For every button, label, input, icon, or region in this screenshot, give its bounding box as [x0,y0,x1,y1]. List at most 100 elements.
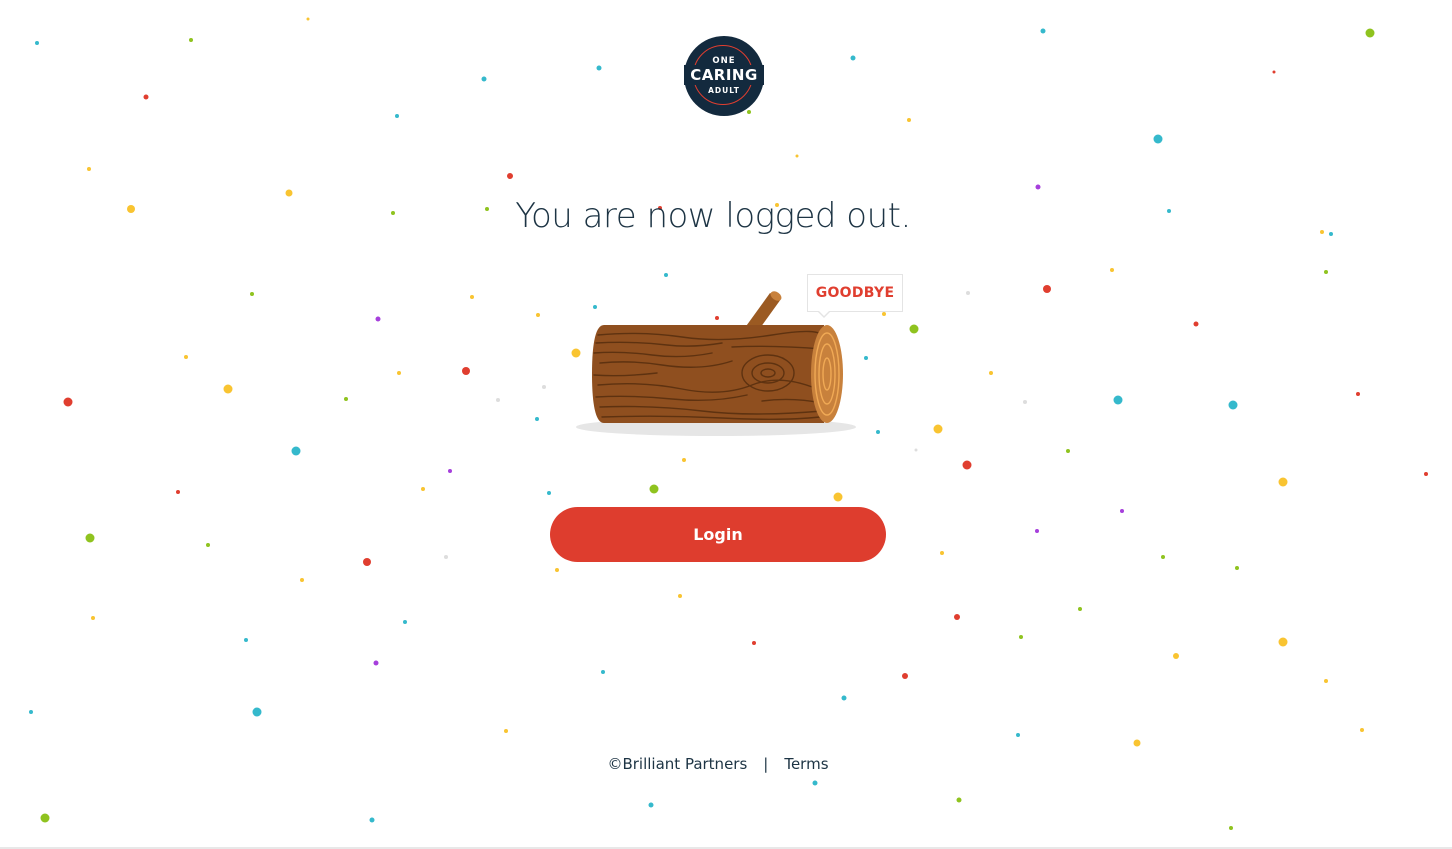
confetti-dot [1235,566,1239,570]
confetti-dot [189,38,193,42]
confetti-dot [1228,400,1238,410]
confetti-dot [542,385,546,389]
confetti-dot [682,458,686,462]
confetti-dot [601,670,605,674]
confetti-dot [649,484,659,494]
confetti-dot [1066,449,1070,453]
logout-page: ONE CARING ADULT You are now logged out. [0,0,1452,849]
confetti-dot [841,695,847,701]
confetti-dot [1278,477,1288,487]
confetti-dot [940,551,944,555]
confetti-dot [914,448,918,452]
logo-text-bottom: ADULT [708,86,740,95]
confetti-dot [956,797,962,803]
confetti-dot [344,397,348,401]
confetti-dot [40,813,50,823]
confetti-dot [85,533,95,543]
confetti-dot [504,729,508,733]
login-button[interactable]: Login [550,507,886,562]
confetti-dot [1365,28,1375,38]
confetti-dot [1035,529,1039,533]
confetti-dot [481,76,487,82]
confetti-dot [1016,733,1020,737]
confetti-dot [373,660,379,666]
confetti-dot [507,173,513,179]
confetti-dot [1120,509,1124,513]
footer: ©Brilliant Partners | Terms [0,754,1436,773]
confetti-dot [397,371,401,375]
one-caring-adult-logo[interactable]: ONE CARING ADULT [684,36,764,116]
confetti-dot [63,397,73,407]
confetti-dot [462,367,470,375]
confetti-dot [812,780,818,786]
speech-bubble-tail-fill [818,310,830,316]
confetti-dot [678,594,682,598]
terms-link[interactable]: Terms [784,755,828,773]
confetti-dot [91,616,95,620]
confetti-dot [864,356,868,360]
confetti-dot [1043,285,1051,293]
confetti-dot [876,430,880,434]
confetti-dot [752,641,756,645]
confetti-dot [1040,28,1046,34]
confetti-dot [444,555,448,559]
confetti-dot [184,355,188,359]
confetti-dot [1173,653,1179,659]
confetti-dot [1278,637,1288,647]
confetti-dot [448,469,452,473]
confetti-dot [1272,70,1276,74]
log-end-outer [811,325,843,423]
confetti-dot [555,568,559,572]
confetti-dot [300,578,304,582]
goodbye-speech-bubble: GOODBYE [807,274,903,312]
confetti-dot [1193,321,1199,327]
confetti-dot [369,817,375,823]
confetti-dot [470,295,474,299]
confetti-dot [1356,392,1360,396]
confetti-dot [850,55,856,61]
confetti-dot [306,17,310,21]
logo-text-middle: CARING [684,65,764,85]
confetti-dot [1023,400,1027,404]
confetti-dot [1324,679,1328,683]
confetti-dot [35,41,39,45]
page-title: You are now logged out. [515,196,911,236]
confetti-dot [1153,134,1163,144]
confetti-dot [1424,472,1428,476]
confetti-dot [1229,826,1233,830]
footer-separator: | [763,754,769,773]
confetti-dot [536,313,540,317]
confetti-dot [954,614,960,620]
confetti-dot [747,110,751,114]
confetti-dot [223,384,233,394]
confetti-dot [909,324,919,334]
confetti-dot [252,707,262,717]
confetti-dot [291,446,301,456]
confetti-dot [375,316,381,322]
confetti-dot [596,65,602,71]
confetti-dot [143,94,149,100]
confetti-dot [933,424,943,434]
confetti-dot [363,558,371,566]
confetti-dot [1133,739,1141,747]
confetti-dot [1035,184,1041,190]
confetti-dot [989,371,993,375]
confetti-dot [648,802,654,808]
confetti-dot [664,273,668,277]
confetti-dot [1113,395,1123,405]
confetti-dot [1019,635,1023,639]
confetti-dot [795,154,799,158]
confetti-dot [1161,555,1165,559]
confetti-dot [176,490,180,494]
confetti-dot [962,460,972,470]
copyright-text: ©Brilliant Partners [607,754,748,773]
confetti-dot [496,398,500,402]
confetti-dot [966,291,970,295]
confetti-dot [882,312,886,316]
confetti-dot [1324,270,1328,274]
confetti-dot [907,118,911,122]
confetti-dot [87,167,91,171]
confetti-dot [547,491,551,495]
confetti-dot [535,417,539,421]
confetti-dot [206,543,210,547]
